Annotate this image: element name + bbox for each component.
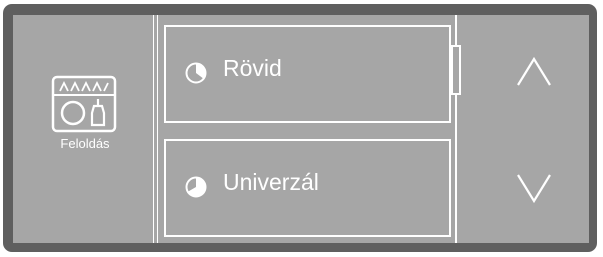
pie-clock-icon — [185, 176, 207, 198]
scrollbar-thumb[interactable] — [451, 45, 461, 95]
display-screen: Feloldás Rövid Univerzál — [13, 15, 589, 243]
program-label: Univerzál — [223, 169, 319, 195]
divider-left-outer — [153, 15, 154, 243]
unlock-button[interactable]: Feloldás — [13, 15, 157, 243]
program-label: Rövid — [223, 55, 282, 81]
unlock-label: Feloldás — [60, 136, 110, 151]
chevron-down-icon[interactable] — [514, 171, 554, 205]
program-option-short[interactable]: Rövid — [164, 25, 451, 123]
divider-left-inner — [157, 15, 158, 243]
dishwasher-unlock-icon — [51, 75, 117, 133]
pie-clock-icon — [185, 62, 207, 84]
chevron-up-icon[interactable] — [514, 55, 554, 89]
program-option-universal[interactable]: Univerzál — [164, 139, 451, 237]
